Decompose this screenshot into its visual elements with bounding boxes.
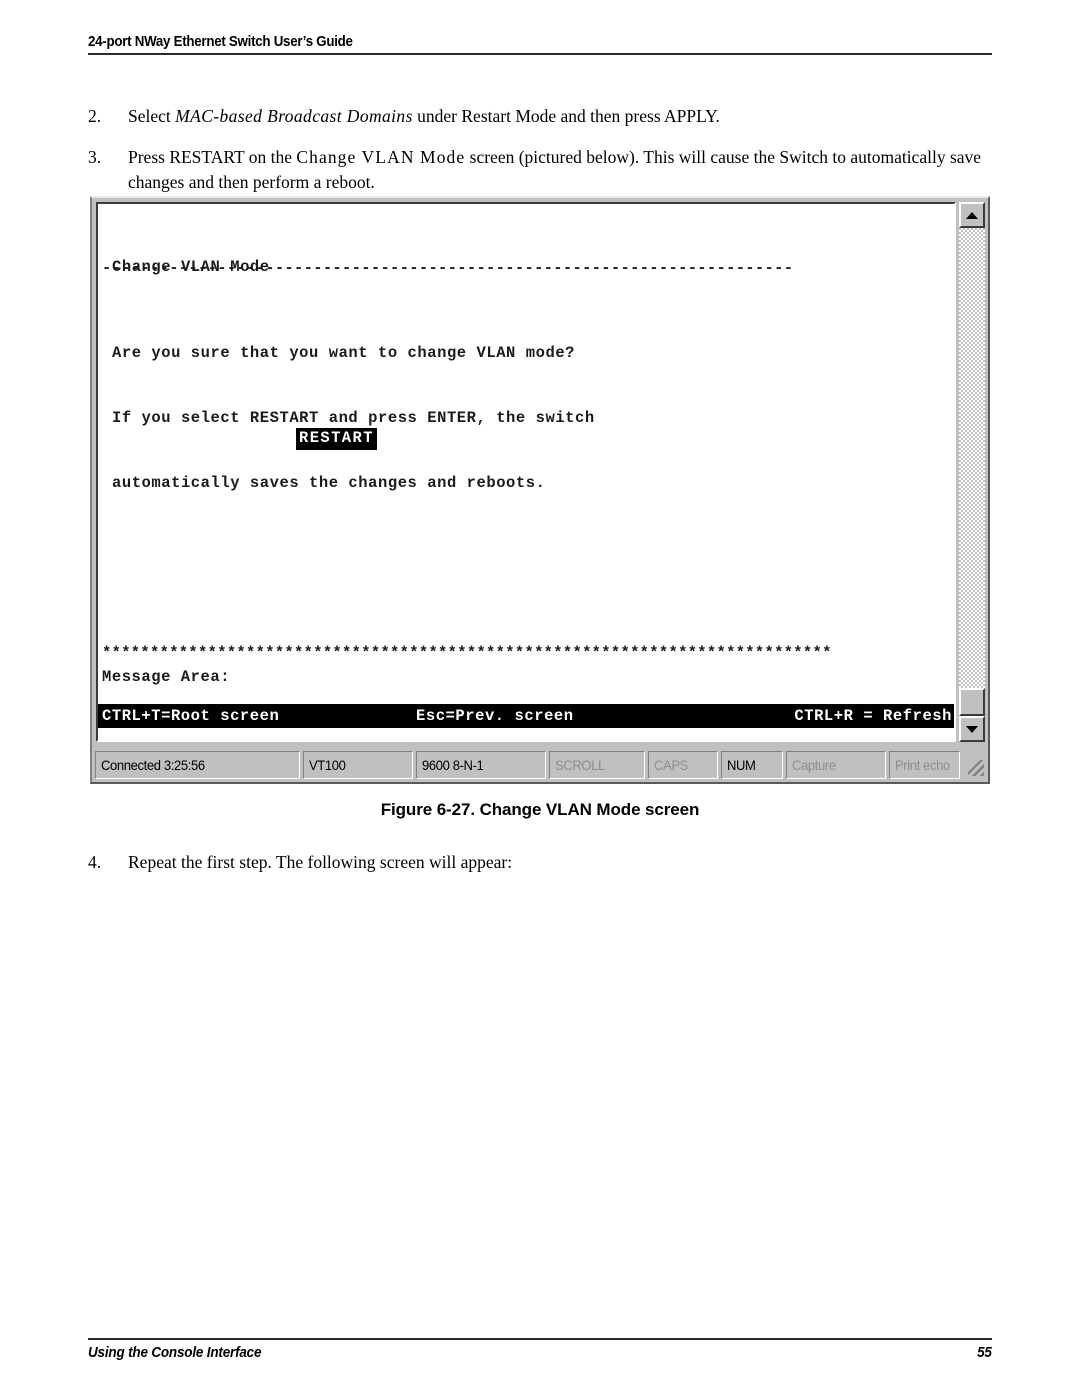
step-emphasis: Change VLAN Mode — [296, 147, 466, 167]
message-area-label: Message Area: — [102, 668, 231, 686]
status-cell-num[interactable]: NUM — [721, 751, 783, 779]
status-cell-caps[interactable]: CAPS — [648, 751, 718, 779]
page-header-title: 24-port NWay Ethernet Switch User’s Guid… — [88, 34, 353, 50]
vertical-scrollbar[interactable] — [959, 202, 985, 742]
scrollbar-track[interactable] — [959, 228, 985, 716]
page-footer-divider — [88, 1338, 992, 1340]
status-cell-connection: Connected 3:25:56 — [95, 751, 300, 779]
figure-caption: Figure 6-27. Change VLAN Mode screen — [380, 800, 700, 819]
terminal-body: Change VLAN Mode -----------------------… — [96, 202, 985, 742]
hyperterminal-status-bar: Connected 3:25:56 VT100 9600 8-N-1 SCROL… — [95, 751, 985, 779]
status-cell-emulation: VT100 — [303, 751, 413, 779]
scrollbar-thumb[interactable] — [959, 688, 985, 716]
step-body: Press RESTART on the Change VLAN Mode sc… — [128, 145, 1003, 195]
list-item: 2. Select MAC-based Broadcast Domains un… — [88, 104, 1003, 129]
page-number: 55 — [977, 1345, 992, 1361]
step-emphasis: MAC-based Broadcast Domains — [175, 106, 413, 126]
terminal-line: If you select RESTART and press ENTER, t… — [112, 408, 595, 427]
scroll-down-arrow-icon[interactable] — [959, 716, 985, 742]
page-footer-row: Using the Console Interface 55 — [88, 1345, 992, 1361]
terminal-key-bar: CTRL+T=Root screen Esc=Prev. screen CTRL… — [98, 704, 954, 728]
page-header: 24-port NWay Ethernet Switch User’s Guid… — [88, 34, 992, 55]
key-hint-root-screen: CTRL+T=Root screen — [102, 707, 280, 725]
terminal-line: Are you sure that you want to change VLA… — [112, 344, 576, 363]
list-item: 3. Press RESTART on the Change VLAN Mode… — [88, 145, 1003, 195]
hyperterminal-window: Change VLAN Mode -----------------------… — [90, 196, 990, 784]
status-cell-baud: 9600 8-N-1 — [416, 751, 546, 779]
step-number: 4. — [88, 852, 102, 872]
footer-section-label: Using the Console Interface — [88, 1345, 262, 1361]
restart-button[interactable]: RESTART — [296, 428, 377, 450]
instruction-steps: 2. Select MAC-based Broadcast Domains un… — [88, 104, 1003, 211]
terminal-divider: ----------------------------------------… — [102, 260, 794, 276]
key-hint-refresh: CTRL+R = Refresh — [794, 707, 952, 725]
step-text-after: under Restart Mode and then press APPLY. — [412, 106, 720, 126]
step-number: 3. — [88, 147, 102, 167]
page-header-divider — [88, 53, 992, 55]
terminal-body-text: Are you sure that you want to change VLA… — [112, 300, 952, 538]
step-body: Select MAC-based Broadcast Domains under… — [128, 104, 1003, 129]
status-cell-scroll[interactable]: SCROLL — [549, 751, 645, 779]
step-text-before: Select — [128, 106, 176, 126]
scroll-up-arrow-icon[interactable] — [959, 202, 985, 228]
resize-grip-icon[interactable] — [963, 751, 987, 779]
terminal-line: automatically saves the changes and rebo… — [112, 473, 546, 492]
step-text-before: Press RESTART on the — [128, 147, 297, 167]
status-cell-print-echo[interactable]: Print echo — [889, 751, 961, 779]
list-item: 4. Repeat the first step. The following … — [88, 850, 1003, 875]
step-body: Repeat the first step. The following scr… — [128, 852, 513, 872]
page-footer: Using the Console Interface 55 — [88, 1338, 992, 1361]
key-hint-prev-screen: Esc=Prev. screen — [416, 707, 574, 725]
terminal-star-divider: ****************************************… — [102, 644, 832, 662]
terminal-screen[interactable]: Change VLAN Mode -----------------------… — [96, 202, 956, 742]
status-cell-capture[interactable]: Capture — [786, 751, 886, 779]
step-number: 2. — [88, 106, 102, 126]
